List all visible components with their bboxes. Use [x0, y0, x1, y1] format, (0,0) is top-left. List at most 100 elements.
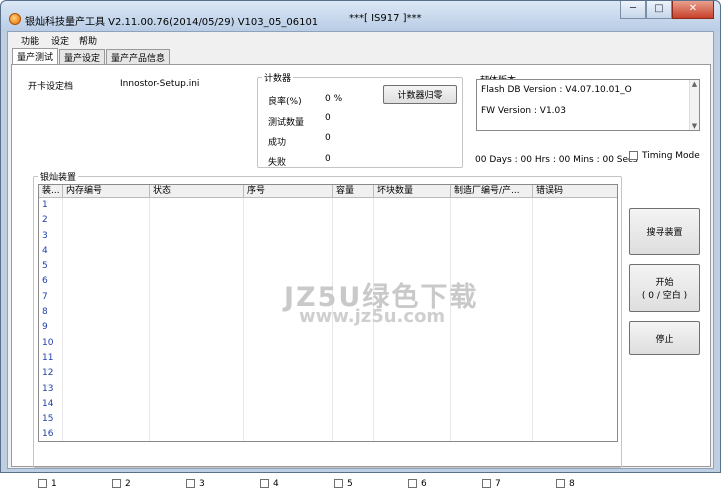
- port-checkbox-7[interactable]: 7: [482, 479, 501, 489]
- close-button[interactable]: ✕: [672, 1, 714, 19]
- start-button[interactable]: 开始 ( 0 / 空白 ): [629, 264, 700, 312]
- start-status-label: ( 0 / 空白 ): [641, 291, 688, 301]
- table-cell: [451, 213, 533, 229]
- port-label: 7: [495, 479, 501, 489]
- table-cell: [244, 243, 333, 260]
- port-checkbox-box[interactable]: [482, 479, 491, 488]
- port-checkbox-box[interactable]: [38, 479, 47, 488]
- tab-product-info[interactable]: 量产产品信息: [106, 49, 171, 64]
- port-checkbox-2[interactable]: 2: [112, 479, 131, 489]
- table-cell: [333, 335, 374, 351]
- table-row[interactable]: 15: [39, 412, 617, 428]
- table-cell: [63, 198, 150, 214]
- col-serial[interactable]: 序号: [244, 185, 333, 197]
- table-cell: [333, 259, 374, 275]
- col-device[interactable]: 装...: [39, 185, 63, 197]
- table-cell: [150, 366, 244, 382]
- port-checkbox-box[interactable]: [334, 479, 343, 488]
- table-cell: [374, 228, 451, 244]
- timing-mode-box[interactable]: [629, 151, 638, 160]
- table-cell: [333, 228, 374, 244]
- menu-help[interactable]: 帮助: [79, 34, 97, 47]
- test-count-value: 0: [325, 113, 331, 123]
- tab-production-settings[interactable]: 量产设定: [59, 49, 106, 64]
- port-label: 5: [347, 479, 353, 489]
- table-row[interactable]: 4: [39, 243, 617, 260]
- port-checkbox-4[interactable]: 4: [260, 479, 279, 489]
- col-status[interactable]: 状态: [150, 185, 244, 197]
- table-row[interactable]: 11: [39, 350, 617, 367]
- table-row[interactable]: 14: [39, 396, 617, 413]
- table-cell: [533, 274, 617, 289]
- col-error-code[interactable]: 错误码: [533, 185, 617, 197]
- device-index: 4: [39, 243, 63, 260]
- port-label: 2: [125, 479, 131, 489]
- table-cell: [374, 243, 451, 260]
- device-index: 6: [39, 274, 63, 290]
- table-cell: [63, 396, 150, 413]
- table-cell: [63, 243, 150, 260]
- port-checkbox-8[interactable]: 8: [556, 479, 575, 489]
- table-row[interactable]: 12: [39, 366, 617, 382]
- table-cell: [374, 350, 451, 367]
- search-device-button[interactable]: 搜寻装置: [629, 208, 700, 255]
- port-checkbox-box[interactable]: [260, 479, 269, 488]
- device-index: 9: [39, 320, 63, 336]
- watermark-url: www.jz5u.com: [299, 306, 446, 327]
- port-checkbox-box[interactable]: [556, 479, 565, 488]
- port-checkbox-box[interactable]: [408, 479, 417, 488]
- timing-mode-checkbox[interactable]: Timing Mode: [629, 151, 700, 161]
- maximize-button[interactable]: □: [646, 1, 672, 19]
- table-row[interactable]: 1: [39, 198, 617, 214]
- table-cell: [533, 198, 617, 213]
- table-cell: [244, 366, 333, 382]
- device-index: 13: [39, 381, 63, 397]
- minimize-button[interactable]: ─: [620, 1, 646, 19]
- reset-counter-button[interactable]: 计数器归零: [383, 85, 457, 104]
- port-checkbox-3[interactable]: 3: [186, 479, 205, 489]
- port-checkbox-box[interactable]: [186, 479, 195, 488]
- menu-settings[interactable]: 设定: [51, 34, 69, 47]
- col-bad-blocks[interactable]: 坏块数量: [374, 185, 451, 197]
- port-label: 1: [51, 479, 57, 489]
- scroll-down-icon[interactable]: ▼: [690, 122, 699, 130]
- table-cell: [150, 350, 244, 367]
- port-label: 6: [421, 479, 427, 489]
- table-cell: [63, 335, 150, 351]
- col-capacity[interactable]: 容量: [333, 185, 374, 197]
- tab-production-test[interactable]: 量产测试: [12, 48, 59, 64]
- table-cell: [150, 213, 244, 229]
- table-cell: [63, 320, 150, 336]
- col-manufacturer[interactable]: 制造厂编号/产...: [451, 185, 533, 197]
- stop-label: 停止: [655, 334, 674, 345]
- table-row[interactable]: 13: [39, 381, 617, 397]
- stop-button[interactable]: 停止: [629, 321, 700, 355]
- firmware-scrollbar[interactable]: ▲ ▼: [689, 80, 699, 130]
- table-cell: [333, 213, 374, 229]
- elapsed-timer: 00 Days : 00 Hrs : 00 Mins : 00 Secs: [475, 155, 638, 165]
- table-row[interactable]: 10: [39, 335, 617, 351]
- menu-function[interactable]: 功能: [21, 34, 39, 47]
- table-row[interactable]: 2: [39, 213, 617, 229]
- table-cell: [533, 229, 617, 244]
- port-checkbox-box[interactable]: [112, 479, 121, 488]
- table-cell: [333, 381, 374, 397]
- table-cell: [63, 366, 150, 382]
- title-bar[interactable]: 银灿科技量产工具 V2.11.00.76(2014/05/29) V103_05…: [1, 1, 720, 31]
- device-index: 10: [39, 335, 63, 351]
- port-checkbox-1[interactable]: 1: [38, 479, 57, 489]
- port-checkbox-6[interactable]: 6: [408, 479, 427, 489]
- menu-bar: 功能 设定 帮助: [8, 32, 713, 47]
- device-index: 2: [39, 213, 63, 229]
- table-cell: [150, 289, 244, 306]
- table-row[interactable]: 16: [39, 427, 617, 441]
- table-cell: [244, 198, 333, 214]
- client-area: 功能 设定 帮助 量产测试 量产设定 量产产品信息 开卡设定档 Innostor…: [7, 31, 714, 489]
- col-memory-id[interactable]: 内存编号: [63, 185, 150, 197]
- success-label: 成功: [268, 138, 287, 148]
- table-row[interactable]: 3: [39, 228, 617, 244]
- search-device-label: 搜寻装置: [646, 228, 683, 238]
- scroll-up-icon[interactable]: ▲: [690, 80, 699, 88]
- port-checkbox-5[interactable]: 5: [334, 479, 353, 489]
- table-row[interactable]: 5: [39, 259, 617, 275]
